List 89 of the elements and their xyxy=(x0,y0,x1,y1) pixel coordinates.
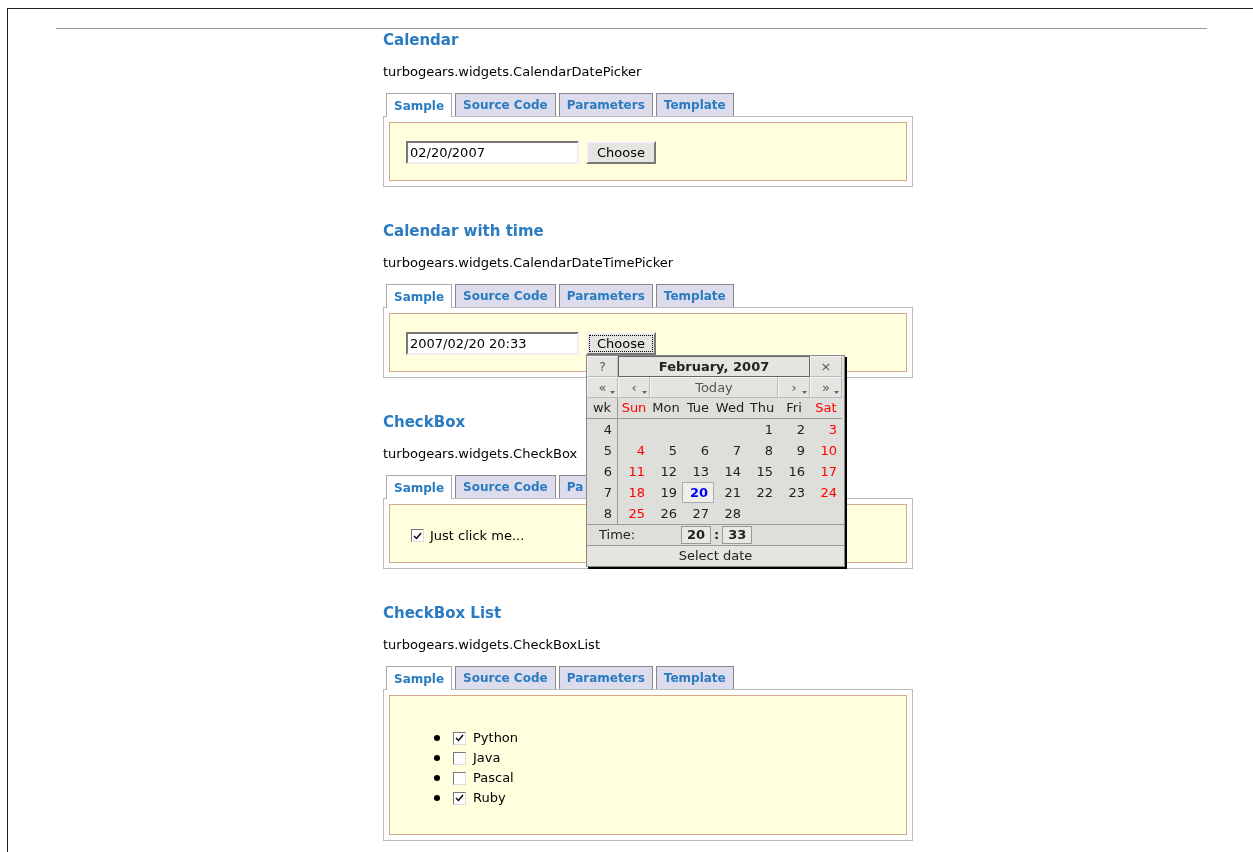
weekday-label: Sun xyxy=(618,398,650,419)
day-cell[interactable]: 28 xyxy=(714,503,746,524)
weekday-label: Wed xyxy=(714,398,746,419)
checkbox[interactable] xyxy=(453,791,466,805)
checkbox-label: Python xyxy=(473,729,519,748)
tab[interactable]: Sample xyxy=(386,475,453,499)
day-cell[interactable]: 9 xyxy=(778,440,810,461)
day-cell[interactable]: 1 xyxy=(746,419,778,440)
day-cell[interactable]: 12 xyxy=(650,461,682,482)
date-field[interactable]: 02/20/2007 xyxy=(406,140,579,164)
day-cell[interactable]: 19 xyxy=(650,482,682,503)
checkbox-label: Ruby xyxy=(473,789,506,808)
bullet-icon xyxy=(434,795,440,801)
checkbox[interactable] xyxy=(411,529,424,543)
checkbox[interactable] xyxy=(453,731,466,745)
date-field[interactable]: 2007/02/20 20:33 xyxy=(406,331,579,355)
weekday-label: Sat xyxy=(810,398,842,419)
day-cell[interactable]: 21 xyxy=(714,482,746,503)
section-title: Calendar xyxy=(383,31,459,49)
weekday-label: Mon xyxy=(650,398,682,419)
tab[interactable]: Template xyxy=(655,666,734,689)
section-title: CheckBox List xyxy=(383,604,502,622)
day-cell[interactable]: 14 xyxy=(714,461,746,482)
widget-class-name: turbogears.widgets.CalendarDateTimePicker xyxy=(383,254,674,272)
status-bar: Select date xyxy=(587,545,844,566)
tab[interactable]: Template xyxy=(655,284,734,307)
day-cell[interactable]: 13 xyxy=(682,461,714,482)
bullet-icon xyxy=(434,755,440,761)
checkbox-label: Pascal xyxy=(473,769,514,788)
day-cell[interactable]: 15 xyxy=(746,461,778,482)
checkbox[interactable] xyxy=(453,771,466,785)
checkbox-label: Just click me... xyxy=(430,527,525,545)
widget-class-name: turbogears.widgets.CheckBoxList xyxy=(383,636,600,654)
day-cell[interactable]: 5 xyxy=(650,440,682,461)
minute-field[interactable]: 33 xyxy=(722,526,753,544)
nav-button[interactable]: Today xyxy=(650,377,778,398)
checkbox-label: Java xyxy=(473,749,501,768)
tab[interactable]: Source Code xyxy=(455,284,556,307)
check-icon xyxy=(413,531,422,540)
tab[interactable]: Parameters xyxy=(558,284,653,307)
time-separator: : xyxy=(713,526,721,545)
day-cell[interactable]: 23 xyxy=(778,482,810,503)
bullet-icon xyxy=(434,735,440,741)
bullet-icon xyxy=(434,775,440,781)
time-label: Time: xyxy=(598,526,637,545)
nav-button[interactable]: « xyxy=(587,377,618,398)
week-number: 4 xyxy=(587,419,618,440)
nav-button[interactable]: › xyxy=(778,377,810,398)
day-cell[interactable]: 7 xyxy=(714,440,746,461)
tab[interactable]: Source Code xyxy=(455,475,556,498)
day-cell[interactable]: 8 xyxy=(746,440,778,461)
widget-class-name: turbogears.widgets.CheckBox xyxy=(383,445,578,463)
tab[interactable]: Source Code xyxy=(455,93,556,116)
widget-class-name: turbogears.widgets.CalendarDatePicker xyxy=(383,63,642,81)
week-number: 8 xyxy=(587,503,618,524)
section-title: CheckBox xyxy=(383,413,466,431)
day-cell[interactable]: 6 xyxy=(682,440,714,461)
tab[interactable]: Sample xyxy=(386,93,453,117)
day-cell[interactable]: 27 xyxy=(682,503,714,524)
weekday-label: Tue xyxy=(682,398,714,419)
tab[interactable]: Parameters xyxy=(558,93,653,116)
week-number: 7 xyxy=(587,482,618,503)
choose-button[interactable]: Choose xyxy=(586,332,656,355)
tab[interactable]: Sample xyxy=(386,666,453,690)
day-cell[interactable]: 2 xyxy=(778,419,810,440)
weekday-label: Fri xyxy=(778,398,810,419)
tab[interactable]: Source Code xyxy=(455,666,556,689)
tab[interactable]: Template xyxy=(655,93,734,116)
day-cell[interactable]: 16 xyxy=(778,461,810,482)
help-button[interactable]: ? xyxy=(587,356,618,377)
tab[interactable]: Parameters xyxy=(558,666,653,689)
checkbox[interactable] xyxy=(453,751,466,765)
choose-button[interactable]: Choose xyxy=(586,141,656,164)
day-cell[interactable]: 26 xyxy=(650,503,682,524)
nav-button[interactable]: » xyxy=(810,377,842,398)
check-icon xyxy=(455,734,464,742)
weekday-label: Thu xyxy=(746,398,778,419)
day-cell[interactable]: 20 xyxy=(682,482,714,503)
nav-button[interactable]: ‹ xyxy=(618,377,650,398)
tab[interactable]: Sample xyxy=(386,284,453,308)
week-number: 5 xyxy=(587,440,618,461)
section-title: Calendar with time xyxy=(383,222,544,240)
hour-field[interactable]: 20 xyxy=(681,526,711,544)
check-icon xyxy=(455,794,464,802)
close-button[interactable]: × xyxy=(810,356,842,377)
week-header: wk xyxy=(587,398,618,419)
calendar-title: February, 2007 xyxy=(618,356,810,377)
day-cell[interactable]: 22 xyxy=(746,482,778,503)
week-number: 6 xyxy=(587,461,618,482)
